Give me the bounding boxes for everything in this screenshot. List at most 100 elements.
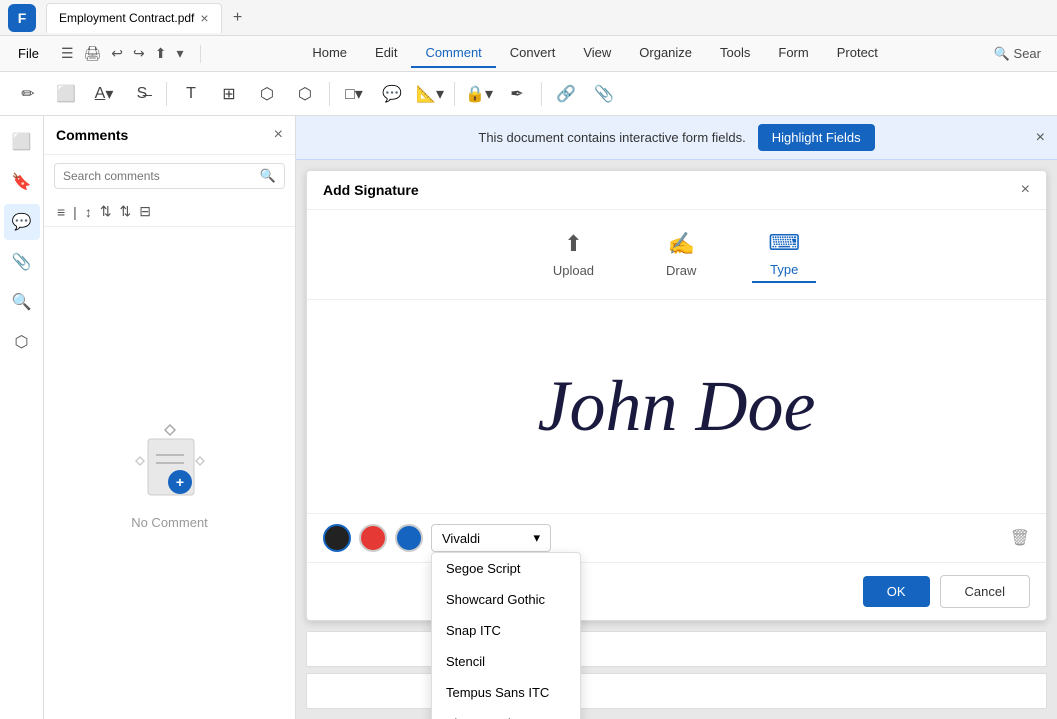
type-tab-icon: ⌨ [768,230,800,256]
comment-tool[interactable]: 💬 [376,78,408,110]
main-layout: ⬜ 🔖 💬 📎 🔍 ⬡ Comments × 🔍 ≡ | ↕ ⇅ ⇅ ⊟ [0,116,1057,719]
comments-close-icon[interactable]: × [274,126,283,144]
doc-rows [296,631,1057,719]
search-magnify-icon: 🔍 [260,168,276,184]
measure-tool[interactable]: 📐▾ [414,78,446,110]
underline-tool[interactable]: A▾ [88,78,120,110]
color-blue-dot[interactable] [395,524,423,552]
draw-tab-label: Draw [666,263,696,278]
notification-close-icon[interactable]: × [1036,129,1045,147]
nav-item-protect[interactable]: Protect [823,39,892,68]
font-option-viner-hand-itc[interactable]: Viner Hand ITC [432,708,580,719]
signature-actions: OK Cancel [307,562,1046,620]
font-option-segoe-script[interactable]: Segoe Script [432,553,580,584]
print-icon[interactable]: 🖨 [82,43,104,64]
nav-item-convert[interactable]: Convert [496,39,570,68]
color-black-dot[interactable] [323,524,351,552]
dialog-close-icon[interactable]: × [1021,181,1030,199]
link-tool[interactable]: 🔗 [550,78,582,110]
trash-icon[interactable]: 🗑 [1010,528,1030,548]
search-input[interactable] [63,169,254,183]
strikethrough-tool[interactable]: S̶ [126,78,158,110]
nav-item-organize[interactable]: Organize [625,39,706,68]
search-icon[interactable]: 🔍 [4,284,40,320]
nav-item-tools[interactable]: Tools [706,39,764,68]
signature-dialog: Add Signature × ⬆Upload✍Draw⌨Type John D… [306,170,1047,621]
cancel-button[interactable]: Cancel [940,575,1030,608]
comment-search-box[interactable]: 🔍 [54,163,285,189]
undo-icon[interactable]: ↩ [109,43,125,64]
document-area: This document contains interactive form … [296,116,1057,719]
sidebar-toggle-icon[interactable]: ☰ [59,43,76,64]
shape-tool[interactable]: □▾ [338,78,370,110]
toolbar: ✏ ⬜ A▾ S̶ T ⊞ ⬡ ⬡ □▾ 💬 📐▾ 🔒▾ ✒ 🔗 📎 [0,72,1057,116]
type-tab-label: Type [770,262,798,277]
doc-row-1 [306,631,1047,667]
doc-row-2 [306,673,1047,709]
layers-icon[interactable]: ⬡ [4,324,40,360]
comments-header: Comments × [44,116,295,155]
toolbar-divider-3 [454,82,455,106]
upload-tab-icon: ⬆ [564,231,582,257]
stamp2-tool[interactable]: 🔒▾ [463,78,495,110]
sig-tab-upload[interactable]: ⬆Upload [537,227,610,282]
bookmark-icon[interactable]: 🔖 [4,164,40,200]
sort-az-icon[interactable]: ↕ [82,202,95,222]
sort-icon[interactable]: ≡ [54,202,68,222]
redo-icon[interactable]: ↪ [131,43,147,64]
font-option-stencil[interactable]: Stencil [432,646,580,677]
nav-item-form[interactable]: Form [764,39,822,68]
nav-item-home[interactable]: Home [298,39,361,68]
color-red-dot[interactable] [359,524,387,552]
attachment-icon[interactable]: 📎 [4,244,40,280]
tab-close-icon[interactable]: × [200,10,208,26]
search-button[interactable]: 🔍 Sear [986,42,1049,66]
page-thumbnail-icon[interactable]: ⬜ [4,124,40,160]
font-option-snap-itc[interactable]: Snap ITC [432,615,580,646]
sign-tool[interactable]: ✒ [501,78,533,110]
font-option-showcard-gothic[interactable]: Showcard Gothic [432,584,580,615]
stamp-tool[interactable]: ⬡ [289,78,321,110]
nav-items: HomeEditCommentConvertViewOrganizeToolsF… [207,39,984,68]
comments-panel: Comments × 🔍 ≡ | ↕ ⇅ ⇅ ⊟ [44,116,296,719]
new-tab-button[interactable]: + [226,6,250,30]
comment-panel-icon[interactable]: 💬 [4,204,40,240]
attach-tool[interactable]: 📎 [588,78,620,110]
font-option-tempus-sans-itc[interactable]: Tempus Sans ITC [432,677,580,708]
notification-bar: This document contains interactive form … [296,116,1057,160]
toolbar-divider-4 [541,82,542,106]
sort-expand-icon[interactable]: ⇅ [117,201,135,222]
text-tool[interactable]: T [175,78,207,110]
font-select-button[interactable]: Vivaldi ▾ [431,524,551,552]
textbox-tool[interactable]: ⊞ [213,78,245,110]
nav-item-view[interactable]: View [569,39,625,68]
sig-tab-draw[interactable]: ✍Draw [650,227,712,282]
filter-icon[interactable]: ⊟ [136,201,154,222]
left-sidebar: ⬜ 🔖 💬 📎 🔍 ⬡ [0,116,44,719]
sticky-note-tool[interactable]: ⬜ [50,78,82,110]
chevron-down-icon[interactable]: ▾ [175,43,186,64]
upload-icon[interactable]: ⬆ [153,43,169,64]
nav-item-comment[interactable]: Comment [411,39,495,68]
sig-tab-type[interactable]: ⌨ Type [752,226,816,283]
svg-text:+: + [175,474,183,490]
signature-controls: Vivaldi ▾ Segoe ScriptShowcard GothicSna… [307,513,1046,562]
signature-text: John Doe [538,365,816,448]
active-tab[interactable]: Employment Contract.pdf × [46,3,222,33]
sort-filter-icon[interactable]: ⇅ [97,201,115,222]
chevron-down-icon: ▾ [533,530,540,546]
signature-preview: John Doe [307,300,1046,513]
tab-bar: F Employment Contract.pdf × + [0,0,1057,36]
tab-title: Employment Contract.pdf [59,11,194,25]
no-comment-illustration: + [120,417,220,507]
callout-tool[interactable]: ⬡ [251,78,283,110]
ok-button[interactable]: OK [863,576,930,607]
menu-icons: ☰ 🖨 ↩ ↪ ⬆ ▾ [51,43,194,64]
toolbar-divider-2 [329,82,330,106]
highlight-tool[interactable]: ✏ [12,78,44,110]
file-menu[interactable]: File [8,42,49,65]
menu-divider-1 [200,45,201,63]
highlight-fields-button[interactable]: Highlight Fields [758,124,875,151]
signature-tabs: ⬆Upload ✍Draw ⌨ Type [307,210,1046,300]
nav-item-edit[interactable]: Edit [361,39,411,68]
